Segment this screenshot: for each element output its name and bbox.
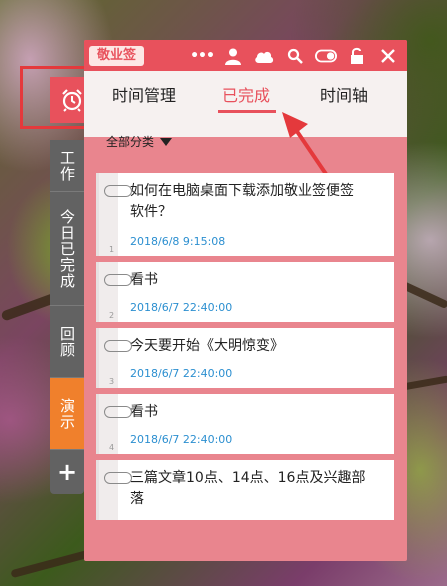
close-icon[interactable] [377,45,399,67]
tab-time-management[interactable]: 时间管理 [112,82,176,106]
background-branch [10,549,90,579]
title-bar: 敬业签 ••• [84,40,407,71]
note-date: 2018/6/7 22:40:00 [130,367,233,380]
list-item[interactable]: 三篇文章10点、14点、16点及兴趣部落 [96,460,394,520]
paperclip-icon [104,472,132,484]
brand-logo: 敬业签 [89,45,145,66]
note-title: 看书 [130,272,158,288]
paperclip-icon [104,274,132,286]
sidebar-categories: 工作 今日已完成 回顾 演示 + [50,140,84,494]
add-category-button[interactable]: + [50,450,84,494]
card-edge [96,173,99,256]
list-item[interactable]: 看书 2018/6/7 22:40:00 4 [96,394,394,454]
sidebar-item-demo[interactable]: 演示 [50,378,84,450]
main-panel: 敬业签 ••• 时间管理 已完成 时间轴 全部分类 如何在电脑桌面下载添加敬业签… [84,40,407,561]
note-number: 2 [109,311,115,320]
note-date: 2018/6/7 22:40:00 [130,433,233,446]
note-title: 今天要开始《大明惊变》 [130,338,284,354]
note-date: 2018/6/7 22:40:00 [130,301,233,314]
toggle-icon[interactable] [315,45,337,67]
note-number: 3 [109,377,115,386]
paperclip-icon [104,340,132,352]
sidebar-item-review[interactable]: 回顾 [50,306,84,378]
list-item[interactable]: 今天要开始《大明惊变》 2018/6/7 22:40:00 3 [96,328,394,388]
card-edge [96,262,99,322]
filter-label: 全部分类 [106,135,155,149]
list-item[interactable]: 如何在电脑桌面下载添加敬业签便签软件？ 2018/6/8 9:15:08 1 [96,173,394,256]
alarm-clock-icon [62,89,82,112]
active-tab-underline [218,110,276,113]
search-icon[interactable] [284,45,306,67]
note-title: 看书 [130,404,158,420]
more-icon[interactable]: ••• [190,45,215,67]
lock-icon[interactable] [346,45,368,67]
card-edge [96,328,99,388]
note-number: 1 [109,245,115,254]
user-icon[interactable] [222,45,244,67]
paperclip-icon [104,185,132,197]
cloud-icon[interactable] [253,45,275,67]
notes-list: 如何在电脑桌面下载添加敬业签便签软件？ 2018/6/8 9:15:08 1 看… [96,173,394,526]
card-edge [96,460,99,520]
tab-timeline[interactable]: 时间轴 [320,82,368,106]
note-date: 2018/6/8 9:15:08 [130,235,226,248]
note-title: 如何在电脑桌面下载添加敬业签便签软件？ [130,183,354,220]
sidebar-item-today-completed[interactable]: 今日已完成 [50,192,84,306]
toolbar-icons: ••• [190,45,407,67]
category-filter-dropdown[interactable]: 全部分类 [106,133,173,150]
note-title: 三篇文章10点、14点、16点及兴趣部落 [130,470,366,507]
tab-completed[interactable]: 已完成 [222,82,270,106]
list-item[interactable]: 看书 2018/6/7 22:40:00 2 [96,262,394,322]
chevron-down-icon [160,137,173,146]
paperclip-icon [104,406,132,418]
note-number: 4 [109,443,115,452]
card-edge [96,394,99,454]
sidebar-item-work[interactable]: 工作 [50,140,84,192]
